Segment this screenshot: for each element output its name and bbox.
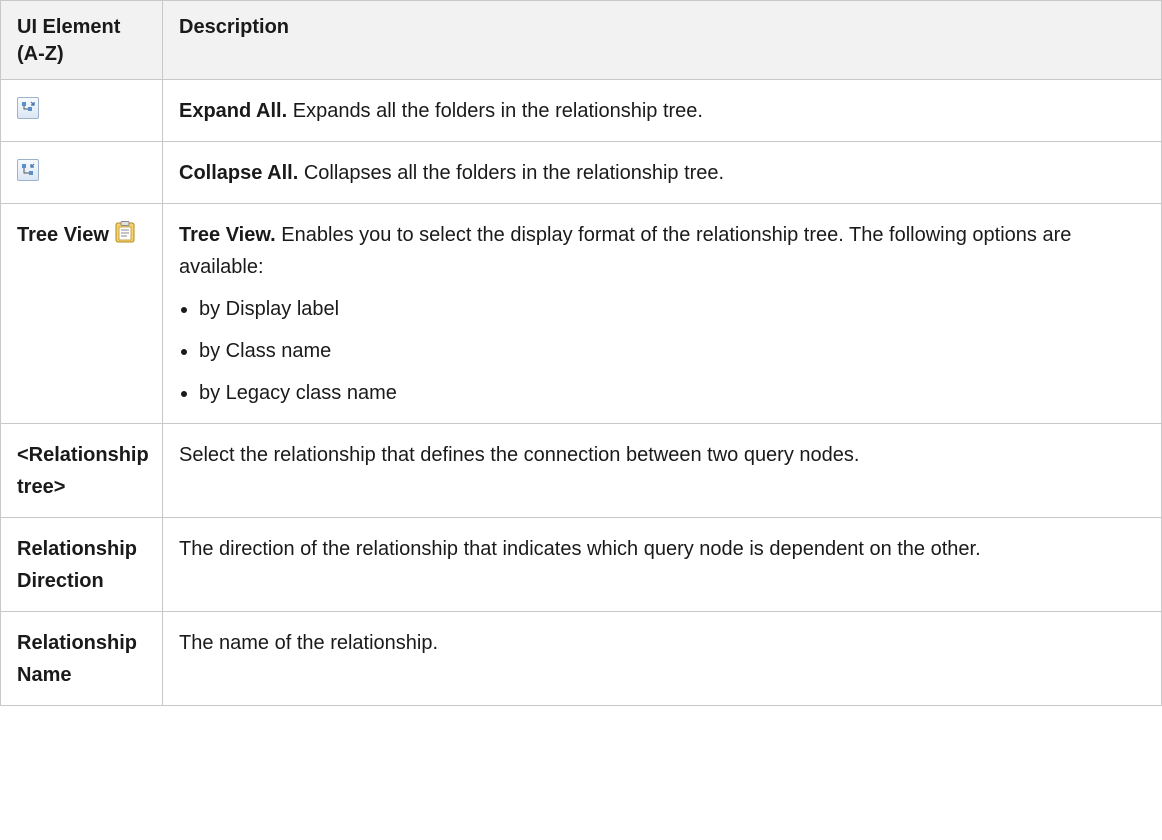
description-cell: Tree View. Enables you to select the dis…	[162, 203, 1162, 424]
table-row: Relationship Direction The direction of …	[0, 517, 1162, 612]
tree-view-text: Enables you to select the display format…	[179, 224, 1072, 278]
list-item: by Legacy class name	[179, 377, 1145, 409]
table-row: Expand All. Expands all the folders in t…	[0, 79, 1162, 142]
collapse-all-text: Collapses all the folders in the relatio…	[298, 162, 725, 184]
collapse-all-icon[interactable]	[17, 159, 39, 181]
table-row: Relationship Name The name of the relati…	[0, 611, 1162, 706]
header-description: Description	[162, 0, 1162, 80]
description-cell: The direction of the relationship that i…	[162, 517, 1162, 612]
table-row: <Relationship tree> Select the relations…	[0, 423, 1162, 518]
expand-all-title: Expand All.	[179, 100, 288, 122]
ui-element-cell	[0, 79, 163, 142]
table-header-row: UI Element (A-Z) Description	[0, 0, 1162, 80]
description-cell: The name of the relationship.	[162, 611, 1162, 706]
tree-view-label: Tree View	[17, 224, 109, 246]
ui-element-cell	[0, 141, 163, 204]
ui-element-cell: Tree View	[0, 203, 163, 424]
description-cell: Expand All. Expands all the folders in t…	[162, 79, 1162, 142]
table-row: Tree View Tree View. Enables you to sele…	[0, 203, 1162, 424]
list-item: by Class name	[179, 335, 1145, 367]
list-item: by Display label	[179, 293, 1145, 325]
header-ui-element: UI Element (A-Z)	[0, 0, 163, 80]
ui-element-cell: Relationship Name	[0, 611, 163, 706]
expand-all-icon[interactable]	[17, 97, 39, 119]
tree-view-icon[interactable]	[115, 221, 135, 253]
expand-all-text: Expands all the folders in the relations…	[287, 100, 703, 122]
description-cell: Select the relationship that defines the…	[162, 423, 1162, 518]
tree-view-options-list: by Display label by Class name by Legacy…	[179, 293, 1145, 409]
collapse-all-title: Collapse All.	[179, 162, 299, 184]
description-cell: Collapse All. Collapses all the folders …	[162, 141, 1162, 204]
table-row: Collapse All. Collapses all the folders …	[0, 141, 1162, 204]
ui-element-cell: Relationship Direction	[0, 517, 163, 612]
ui-elements-table: UI Element (A-Z) Description Expand All.…	[0, 0, 1162, 706]
ui-element-cell: <Relationship tree>	[0, 423, 163, 518]
tree-view-title: Tree View.	[179, 224, 276, 246]
